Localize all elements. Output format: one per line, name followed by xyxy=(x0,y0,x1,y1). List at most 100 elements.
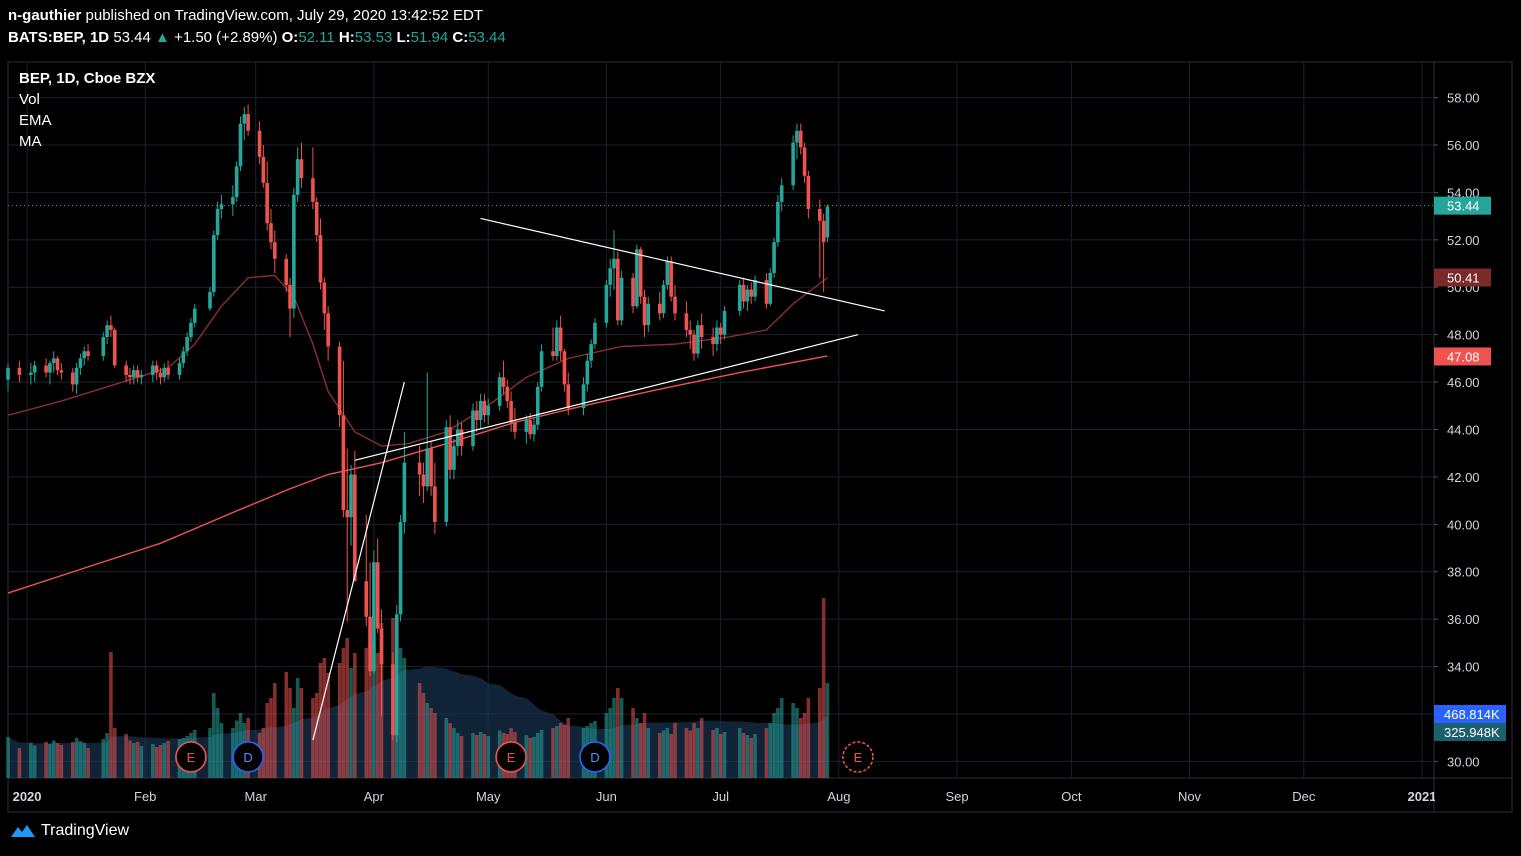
candle xyxy=(109,315,113,338)
candle-body xyxy=(425,448,430,487)
tradingview-logo[interactable]: TradingView xyxy=(10,822,129,840)
candle-body xyxy=(642,296,647,326)
candle-body xyxy=(593,322,597,345)
candle-body xyxy=(497,377,502,406)
tradingview-icon xyxy=(11,825,35,837)
candle xyxy=(684,301,689,338)
volume-bar xyxy=(345,638,350,778)
legend-title[interactable]: BEP, 1D, Cboe BZX xyxy=(19,68,155,89)
candle xyxy=(326,306,330,361)
x-tick-label: 2021 xyxy=(1408,789,1437,804)
volume-bar xyxy=(208,728,212,778)
candle-body xyxy=(109,325,113,330)
earnings-event[interactable]: E xyxy=(495,741,527,773)
volume-bar xyxy=(555,726,559,778)
volume-bar xyxy=(459,736,464,778)
candle-body xyxy=(749,289,754,297)
candle-body xyxy=(231,197,235,205)
candle-body xyxy=(692,334,696,354)
volume-bar xyxy=(646,728,651,778)
volume-bar xyxy=(55,743,60,778)
volume-bar xyxy=(269,698,273,778)
volume-bar xyxy=(528,738,532,778)
candle-body xyxy=(737,284,742,311)
volume-bar xyxy=(314,693,319,778)
candle-body xyxy=(802,147,807,176)
candle xyxy=(478,393,483,430)
earnings-event[interactable]: E xyxy=(842,741,874,773)
candle xyxy=(44,358,48,378)
candle-body xyxy=(604,284,609,323)
volume-bar xyxy=(616,688,620,778)
volume-bar xyxy=(101,739,106,778)
candle xyxy=(661,280,666,319)
y-tick-label: 46.00 xyxy=(1447,375,1480,390)
candle-body xyxy=(585,360,590,385)
candle-body xyxy=(151,365,155,375)
price-label-ema: 50.41 xyxy=(1447,271,1480,286)
candle xyxy=(791,135,795,191)
dividend-event[interactable]: D xyxy=(579,741,611,773)
volume-bar xyxy=(452,728,456,778)
candle-body xyxy=(532,424,536,435)
candle xyxy=(535,382,540,430)
candle xyxy=(509,391,513,432)
candle xyxy=(776,194,780,247)
candle xyxy=(459,422,464,456)
candle-body xyxy=(48,363,52,373)
volume-bar xyxy=(154,747,159,778)
volume-bar xyxy=(398,648,403,778)
candle-body xyxy=(238,123,243,167)
volume-bar xyxy=(753,734,757,778)
candle xyxy=(398,514,403,622)
candle-body xyxy=(51,358,56,364)
candle-body xyxy=(753,280,757,297)
candle-body xyxy=(581,384,586,409)
candle-body xyxy=(372,562,376,672)
candle-body xyxy=(696,325,700,354)
volume-bar xyxy=(669,734,673,778)
candle xyxy=(29,363,33,385)
candle xyxy=(162,363,167,383)
candle-body xyxy=(612,258,616,269)
candle xyxy=(471,403,475,451)
candle-body xyxy=(29,372,33,375)
legend-ma[interactable]: MA xyxy=(19,131,155,152)
candle xyxy=(505,379,510,409)
candle-body xyxy=(70,372,75,385)
volume-bar xyxy=(673,723,677,778)
volume-bar xyxy=(86,748,90,778)
price-chart[interactable]: 30.0032.0034.0036.0038.0040.0042.0044.00… xyxy=(0,0,1521,856)
legend-ema[interactable]: EMA xyxy=(19,110,155,131)
earnings-event[interactable]: E xyxy=(175,741,207,773)
candle-body xyxy=(555,327,559,356)
candle xyxy=(215,201,220,240)
legend-vol[interactable]: Vol xyxy=(19,89,155,110)
x-tick-label: 2020 xyxy=(13,789,42,804)
volume-bar xyxy=(562,725,567,778)
volume-bar xyxy=(349,668,353,778)
candle xyxy=(768,268,773,307)
volume-label-volume_ma: 325.948K xyxy=(1444,725,1500,740)
candle xyxy=(539,344,544,392)
candle xyxy=(802,142,807,183)
candle-body xyxy=(314,201,319,236)
candle-body xyxy=(394,614,399,736)
volume-bar xyxy=(635,718,639,778)
volume-bar xyxy=(455,733,460,778)
candle xyxy=(242,107,247,141)
price-label-last: 53.44 xyxy=(1447,199,1480,214)
x-tick-label: Dec xyxy=(1292,789,1316,804)
volume-bar xyxy=(364,648,369,778)
candle xyxy=(238,116,243,172)
candle-body xyxy=(212,235,216,292)
candle-body xyxy=(292,194,296,309)
candle-body xyxy=(638,249,643,297)
candle xyxy=(299,142,304,188)
candle xyxy=(699,313,704,349)
y-tick-label: 48.00 xyxy=(1447,328,1480,343)
candle xyxy=(497,372,502,411)
candle-body xyxy=(288,284,292,309)
candle xyxy=(673,284,677,321)
dividend-event[interactable]: D xyxy=(232,741,264,773)
